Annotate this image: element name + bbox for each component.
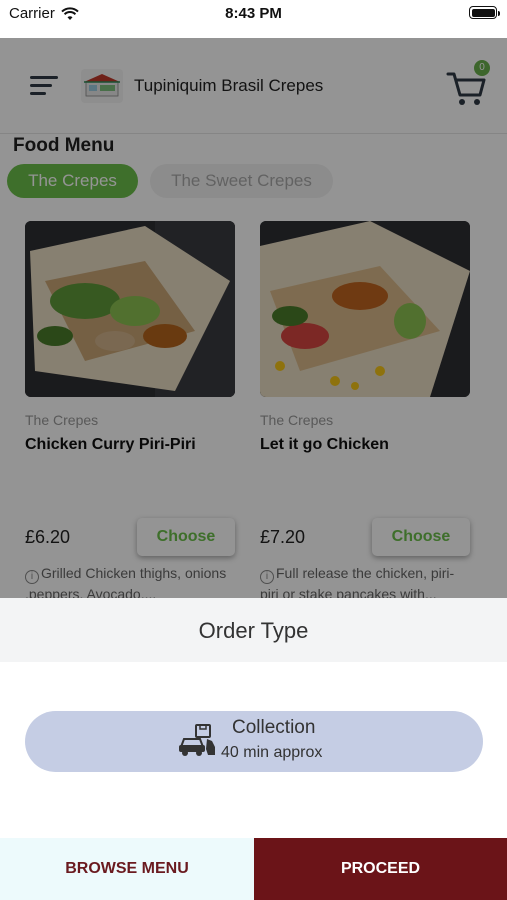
- battery-icon: [469, 6, 500, 19]
- proceed-button[interactable]: PROCEED: [254, 838, 507, 900]
- collection-label: Collection: [232, 717, 316, 738]
- status-bar: Carrier 8:43 PM: [0, 0, 507, 38]
- bottom-action-bar: BROWSE MENU PROCEED: [0, 838, 507, 900]
- browse-menu-button[interactable]: BROWSE MENU: [0, 838, 254, 900]
- modal-backdrop[interactable]: [0, 38, 507, 598]
- collection-option-button[interactable]: Collection 40 min approx: [25, 711, 483, 772]
- collection-car-icon: [179, 724, 215, 756]
- collection-time: 40 min approx: [221, 744, 323, 761]
- sheet-header: Order Type: [0, 598, 507, 662]
- clock: 8:43 PM: [225, 5, 282, 22]
- sheet-title: Order Type: [198, 618, 309, 643]
